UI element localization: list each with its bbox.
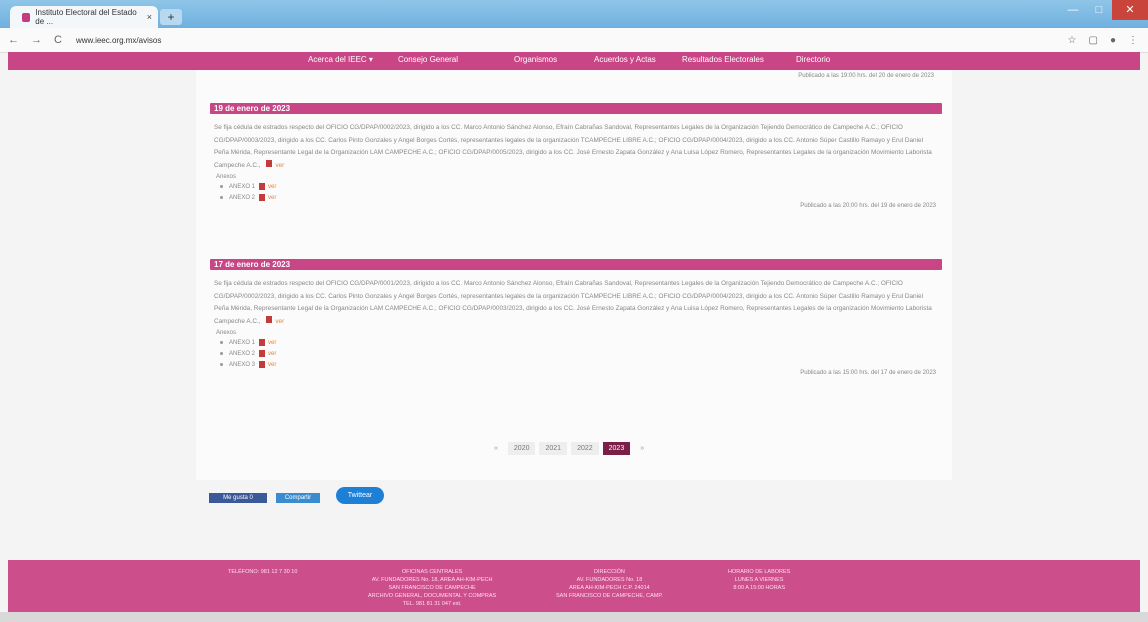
forward-arrow-icon[interactable]: →	[31, 34, 42, 46]
notice-entry: 19 de enero de 2023 Se fija cédula de es…	[210, 103, 942, 209]
nav-item-acerca[interactable]: Acerca del IEEC ▾	[308, 55, 373, 64]
anexos-heading: Anexos	[216, 330, 237, 337]
horizontal-scrollbar[interactable]	[0, 612, 1148, 622]
facebook-like-button[interactable]: Me gusta 0	[209, 493, 267, 503]
minimize-button[interactable]: —	[1060, 0, 1086, 20]
list-item: ANEXO 2 ver	[220, 192, 942, 203]
list-item: ANEXO 2 ver	[220, 348, 942, 359]
ver-link[interactable]: ver	[268, 340, 276, 346]
pdf-icon	[259, 361, 266, 369]
entry-date-header: 19 de enero de 2023	[210, 103, 942, 114]
footer-address: DIRECCIÓN AV. FUNDADORES No. 18 AREA AH-…	[556, 569, 663, 599]
entry-text: Se fija cédula de estrados respecto del …	[214, 124, 932, 169]
back-arrow-icon[interactable]: ←	[8, 34, 19, 46]
pdf-icon	[259, 194, 266, 202]
window-close-button[interactable]: ✕	[1112, 0, 1148, 20]
entry-date-header: 17 de enero de 2023	[210, 259, 942, 270]
pager-prev[interactable]: «	[488, 442, 504, 455]
anexo-label: ANEXO 2	[229, 194, 256, 201]
pager-year-2020[interactable]: 2020	[507, 442, 536, 455]
content-panel: Publicado a las 19:00 hrs. del 20 de ene…	[196, 70, 952, 480]
maximize-button[interactable]: □	[1086, 0, 1112, 20]
browser-tab-bar: Instituto Electoral del Estado de ... × …	[0, 0, 1148, 28]
ver-link[interactable]: ver	[268, 351, 276, 357]
pager-year-2023[interactable]: 2023	[602, 442, 631, 455]
new-tab-button[interactable]: +	[160, 9, 182, 25]
site-favicon-icon	[22, 12, 31, 22]
ver-link[interactable]: ver	[275, 318, 284, 325]
anexos-list: ANEXO 1 ver ANEXO 2 ver ANEXO 3 ver	[220, 337, 942, 370]
nav-item-organismos[interactable]: Organismos	[514, 55, 557, 64]
pager-year-2022[interactable]: 2022	[571, 442, 599, 455]
reload-icon[interactable]: C	[54, 34, 62, 46]
published-note: Publicado a las 20:00 hrs. del 19 de ene…	[800, 203, 936, 210]
pdf-icon	[259, 339, 266, 347]
tab-close-icon[interactable]: ×	[147, 12, 152, 22]
address-bar[interactable]: www.ieec.org.mx/avisos	[76, 36, 161, 45]
browser-toolbar: ← → C www.ieec.org.mx/avisos ☆ ▢ ● ⋮	[0, 28, 1148, 53]
list-item: ANEXO 1 ver	[220, 337, 942, 348]
ver-link[interactable]: ver	[268, 184, 276, 190]
window-controls: — □ ✕	[1060, 0, 1148, 22]
nav-item-acuerdos[interactable]: Acuerdos y Actas	[594, 55, 656, 64]
anexo-label: ANEXO 3	[229, 361, 256, 368]
pdf-icon	[259, 350, 266, 358]
anexo-label: ANEXO 2	[229, 350, 256, 357]
nav-item-consejo[interactable]: Consejo General	[398, 55, 458, 64]
pdf-icon	[266, 159, 273, 167]
published-note: Publicado a las 15:00 hrs. del 17 de ene…	[800, 370, 936, 377]
anexo-label: ANEXO 1	[229, 183, 256, 190]
extensions-icon[interactable]: ▢	[1089, 35, 1098, 46]
ver-link[interactable]: ver	[268, 195, 276, 201]
year-pagination: « 2020 2021 2022 2023 »	[488, 442, 650, 455]
anexos-list: ANEXO 1 ver ANEXO 2 ver	[220, 181, 942, 203]
ver-link[interactable]: ver	[268, 362, 276, 368]
footer-hours: HORARIO DE LABORES LUNES A VIERNES 8:00 …	[728, 569, 791, 591]
ver-link[interactable]: ver	[275, 162, 284, 169]
nav-item-resultados[interactable]: Resultados Electorales	[682, 55, 764, 64]
footer-offices: OFICINAS CENTRALES AV. FUNDADORES No. 18…	[368, 569, 497, 607]
list-item: ANEXO 1 ver	[220, 181, 942, 192]
browser-tab[interactable]: Instituto Electoral del Estado de ... ×	[10, 6, 158, 28]
site-main-nav: Acerca del IEEC ▾ Consejo General Organi…	[8, 52, 1140, 70]
anexo-label: ANEXO 1	[229, 339, 256, 346]
footer-phone: TELÉFONO: 981 12 7 30 10	[228, 569, 298, 575]
entry-text: Se fija cédula de estrados respecto del …	[214, 280, 932, 325]
pager-year-2021[interactable]: 2021	[539, 442, 568, 455]
list-item: ANEXO 3 ver	[220, 359, 942, 370]
bookmark-star-icon[interactable]: ☆	[1068, 35, 1077, 46]
pager-next[interactable]: »	[634, 442, 650, 455]
notice-entry: 17 de enero de 2023 Se fija cédula de es…	[210, 259, 942, 376]
profile-icon[interactable]: ●	[1110, 35, 1116, 46]
pdf-icon	[259, 183, 266, 191]
site-footer: TELÉFONO: 981 12 7 30 10 OFICINAS CENTRA…	[8, 560, 1140, 612]
tab-title: Instituto Electoral del Estado de ...	[35, 8, 137, 26]
twitter-tweet-button[interactable]: Twittear	[336, 487, 384, 504]
anexos-heading: Anexos	[216, 174, 237, 181]
pdf-icon	[266, 315, 273, 323]
menu-dots-icon[interactable]: ⋮	[1128, 35, 1138, 46]
facebook-share-button[interactable]: Compartir	[276, 493, 320, 503]
published-note: Publicado a las 19:00 hrs. del 20 de ene…	[798, 73, 934, 79]
nav-item-directorio[interactable]: Directorio	[796, 55, 830, 64]
